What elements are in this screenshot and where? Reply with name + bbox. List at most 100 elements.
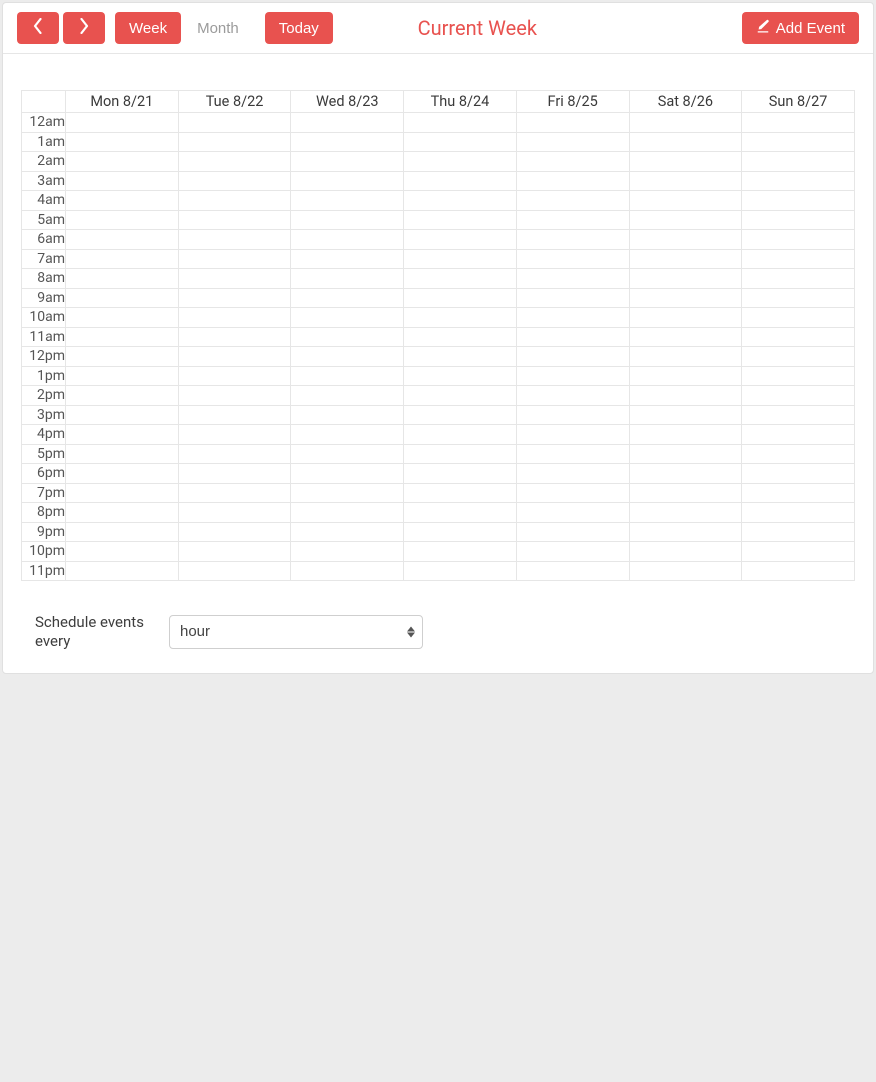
- time-slot[interactable]: [742, 386, 855, 406]
- time-slot[interactable]: [404, 113, 517, 133]
- time-slot[interactable]: [516, 269, 629, 289]
- time-slot[interactable]: [516, 132, 629, 152]
- time-slot[interactable]: [742, 269, 855, 289]
- time-slot[interactable]: [66, 269, 179, 289]
- time-slot[interactable]: [66, 522, 179, 542]
- time-slot[interactable]: [178, 347, 291, 367]
- time-slot[interactable]: [66, 347, 179, 367]
- time-slot[interactable]: [178, 249, 291, 269]
- time-slot[interactable]: [516, 288, 629, 308]
- time-slot[interactable]: [629, 503, 742, 523]
- time-slot[interactable]: [742, 483, 855, 503]
- time-slot[interactable]: [291, 386, 404, 406]
- calendar-grid[interactable]: Mon 8/21 Tue 8/22 Wed 8/23 Thu 8/24 Fri …: [21, 90, 855, 581]
- time-slot[interactable]: [404, 132, 517, 152]
- time-slot[interactable]: [629, 347, 742, 367]
- time-slot[interactable]: [516, 405, 629, 425]
- time-slot[interactable]: [66, 191, 179, 211]
- time-slot[interactable]: [291, 269, 404, 289]
- time-slot[interactable]: [629, 210, 742, 230]
- time-slot[interactable]: [742, 542, 855, 562]
- time-slot[interactable]: [742, 249, 855, 269]
- view-week-button[interactable]: Week: [115, 12, 181, 44]
- time-slot[interactable]: [516, 249, 629, 269]
- time-slot[interactable]: [178, 113, 291, 133]
- time-slot[interactable]: [66, 288, 179, 308]
- time-slot[interactable]: [742, 230, 855, 250]
- time-slot[interactable]: [404, 288, 517, 308]
- time-slot[interactable]: [742, 425, 855, 445]
- time-slot[interactable]: [291, 210, 404, 230]
- time-slot[interactable]: [516, 347, 629, 367]
- time-slot[interactable]: [66, 561, 179, 581]
- time-slot[interactable]: [291, 113, 404, 133]
- time-slot[interactable]: [66, 230, 179, 250]
- time-slot[interactable]: [516, 327, 629, 347]
- time-slot[interactable]: [178, 171, 291, 191]
- time-slot[interactable]: [178, 444, 291, 464]
- time-slot[interactable]: [742, 366, 855, 386]
- time-slot[interactable]: [516, 464, 629, 484]
- time-slot[interactable]: [742, 308, 855, 328]
- time-slot[interactable]: [742, 561, 855, 581]
- time-slot[interactable]: [404, 522, 517, 542]
- time-slot[interactable]: [629, 171, 742, 191]
- time-slot[interactable]: [66, 210, 179, 230]
- time-slot[interactable]: [742, 503, 855, 523]
- time-slot[interactable]: [516, 561, 629, 581]
- time-slot[interactable]: [516, 210, 629, 230]
- time-slot[interactable]: [66, 249, 179, 269]
- time-slot[interactable]: [178, 132, 291, 152]
- time-slot[interactable]: [742, 171, 855, 191]
- time-slot[interactable]: [629, 191, 742, 211]
- time-slot[interactable]: [66, 464, 179, 484]
- time-slot[interactable]: [178, 308, 291, 328]
- time-slot[interactable]: [178, 210, 291, 230]
- time-slot[interactable]: [404, 405, 517, 425]
- time-slot[interactable]: [404, 483, 517, 503]
- time-slot[interactable]: [291, 542, 404, 562]
- time-slot[interactable]: [742, 347, 855, 367]
- time-slot[interactable]: [291, 288, 404, 308]
- time-slot[interactable]: [66, 483, 179, 503]
- time-slot[interactable]: [291, 249, 404, 269]
- time-slot[interactable]: [629, 249, 742, 269]
- time-slot[interactable]: [66, 444, 179, 464]
- time-slot[interactable]: [291, 308, 404, 328]
- time-slot[interactable]: [629, 542, 742, 562]
- time-slot[interactable]: [404, 191, 517, 211]
- time-slot[interactable]: [404, 269, 517, 289]
- time-slot[interactable]: [516, 308, 629, 328]
- interval-select[interactable]: hour: [169, 615, 423, 649]
- time-slot[interactable]: [291, 464, 404, 484]
- time-slot[interactable]: [66, 152, 179, 172]
- time-slot[interactable]: [178, 327, 291, 347]
- time-slot[interactable]: [291, 425, 404, 445]
- time-slot[interactable]: [291, 152, 404, 172]
- time-slot[interactable]: [516, 522, 629, 542]
- time-slot[interactable]: [291, 171, 404, 191]
- time-slot[interactable]: [66, 327, 179, 347]
- time-slot[interactable]: [291, 191, 404, 211]
- time-slot[interactable]: [742, 191, 855, 211]
- time-slot[interactable]: [516, 542, 629, 562]
- time-slot[interactable]: [291, 561, 404, 581]
- time-slot[interactable]: [404, 425, 517, 445]
- next-button[interactable]: [63, 12, 105, 44]
- time-slot[interactable]: [742, 405, 855, 425]
- time-slot[interactable]: [742, 464, 855, 484]
- time-slot[interactable]: [178, 464, 291, 484]
- time-slot[interactable]: [66, 171, 179, 191]
- time-slot[interactable]: [291, 132, 404, 152]
- time-slot[interactable]: [291, 347, 404, 367]
- time-slot[interactable]: [404, 308, 517, 328]
- time-slot[interactable]: [404, 327, 517, 347]
- time-slot[interactable]: [629, 327, 742, 347]
- time-slot[interactable]: [629, 405, 742, 425]
- time-slot[interactable]: [66, 113, 179, 133]
- time-slot[interactable]: [629, 288, 742, 308]
- time-slot[interactable]: [404, 561, 517, 581]
- time-slot[interactable]: [629, 308, 742, 328]
- time-slot[interactable]: [516, 230, 629, 250]
- time-slot[interactable]: [291, 503, 404, 523]
